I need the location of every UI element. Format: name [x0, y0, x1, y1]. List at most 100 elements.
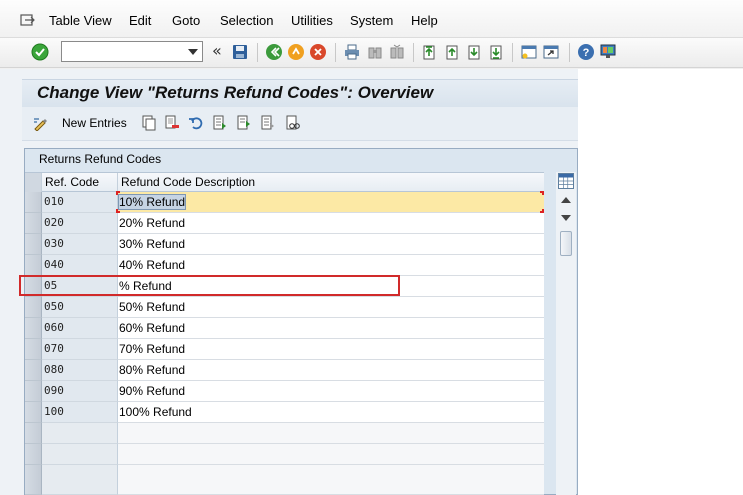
- description-input[interactable]: 20% Refund: [118, 213, 544, 234]
- table-settings-icon[interactable]: [558, 173, 574, 189]
- table-row: 010 10% Refund: [25, 192, 544, 213]
- ref-code-cell: 100: [42, 402, 118, 423]
- table-row: 050 50% Refund: [25, 297, 544, 318]
- row-selector[interactable]: [25, 423, 42, 444]
- description-input[interactable]: [118, 423, 544, 444]
- row-selector[interactable]: [25, 339, 42, 360]
- previous-page-icon[interactable]: [443, 43, 461, 61]
- menu-system[interactable]: System: [350, 13, 393, 28]
- table-control: Returns Refund Codes Ref. Code Refund Co…: [24, 148, 578, 495]
- empty-table-row: [25, 444, 544, 465]
- row-selector[interactable]: [25, 234, 42, 255]
- row-selector[interactable]: [25, 444, 42, 465]
- save-icon[interactable]: [231, 43, 249, 61]
- find-icon[interactable]: [366, 43, 384, 61]
- back-icon[interactable]: [265, 43, 283, 61]
- next-page-icon[interactable]: [465, 43, 483, 61]
- description-input[interactable]: 50% Refund: [118, 297, 544, 318]
- ref-code-cell: 020: [42, 213, 118, 234]
- ref-code-cell: 070: [42, 339, 118, 360]
- ref-code-cell: 040: [42, 255, 118, 276]
- display-change-icon[interactable]: [33, 115, 49, 131]
- focus-corner-mark: [540, 191, 544, 195]
- table-header: Ref. Code Refund Code Description: [25, 172, 544, 192]
- scroll-thumb[interactable]: [560, 231, 572, 256]
- focus-corner-mark: [116, 191, 120, 195]
- description-input[interactable]: [118, 444, 544, 465]
- ref-code-cell: [42, 444, 118, 465]
- empty-table-row: [25, 465, 544, 495]
- find-next-icon[interactable]: [388, 43, 406, 61]
- undo-change-icon[interactable]: [188, 115, 204, 131]
- deselect-all-icon[interactable]: [260, 115, 276, 131]
- ref-code-cell: [42, 423, 118, 444]
- table-row: 070 70% Refund: [25, 339, 544, 360]
- column-header-ref-code[interactable]: Ref. Code: [42, 173, 118, 192]
- print-icon[interactable]: [343, 43, 361, 61]
- description-input[interactable]: 100% Refund: [118, 402, 544, 423]
- menu-bar: Table View Edit Goto Selection Utilities…: [0, 0, 743, 38]
- description-input[interactable]: 40% Refund: [118, 255, 544, 276]
- table-row: 040 40% Refund: [25, 255, 544, 276]
- shortcut-icon[interactable]: [542, 43, 560, 61]
- row-selector[interactable]: [25, 318, 42, 339]
- delete-icon[interactable]: [164, 115, 180, 131]
- table-row: 030 30% Refund: [25, 234, 544, 255]
- customize-layout-icon[interactable]: [599, 43, 617, 61]
- menu-selection[interactable]: Selection: [220, 13, 273, 28]
- last-page-icon[interactable]: [487, 43, 505, 61]
- standard-toolbar: « ?: [0, 38, 743, 68]
- ref-code-cell: 010: [42, 192, 118, 213]
- scroll-up-icon[interactable]: [561, 197, 571, 203]
- description-input[interactable]: 70% Refund: [118, 339, 544, 360]
- menu-help[interactable]: Help: [411, 13, 438, 28]
- column-header-description[interactable]: Refund Code Description: [118, 173, 544, 192]
- row-selector[interactable]: [25, 465, 42, 495]
- toolbar-separator: [335, 43, 336, 62]
- menu-table-view[interactable]: Table View: [49, 13, 112, 28]
- select-block-icon[interactable]: [236, 115, 252, 131]
- vertical-scrollbar[interactable]: [556, 172, 576, 495]
- highlight-box: [19, 275, 400, 296]
- toolbar-separator: [569, 43, 570, 62]
- row-selector[interactable]: [25, 402, 42, 423]
- scroll-down-icon[interactable]: [561, 215, 571, 221]
- row-selector[interactable]: [25, 255, 42, 276]
- help-icon[interactable]: ?: [577, 43, 595, 61]
- row-selector[interactable]: [25, 213, 42, 234]
- row-selector[interactable]: [25, 297, 42, 318]
- select-all-rows-button[interactable]: [25, 173, 42, 192]
- cancel-icon[interactable]: [309, 43, 327, 61]
- select-all-icon[interactable]: [212, 115, 228, 131]
- description-input[interactable]: 10% Refund: [117, 192, 544, 213]
- toolbar-separator: [257, 43, 258, 62]
- ref-code-cell: 050: [42, 297, 118, 318]
- table-row: 080 80% Refund: [25, 360, 544, 381]
- print-field-list-icon[interactable]: [285, 115, 301, 131]
- ref-code-cell: 030: [42, 234, 118, 255]
- command-field[interactable]: [61, 41, 203, 62]
- copy-as-icon[interactable]: [141, 115, 157, 131]
- menu-screen-icon[interactable]: [20, 12, 36, 28]
- exit-icon[interactable]: [287, 43, 305, 61]
- description-input[interactable]: 90% Refund: [118, 381, 544, 402]
- description-input[interactable]: 80% Refund: [118, 360, 544, 381]
- menu-edit[interactable]: Edit: [129, 13, 151, 28]
- new-entries-button[interactable]: New Entries: [62, 116, 127, 130]
- chevron-down-icon[interactable]: [188, 49, 198, 55]
- ref-code-cell: 090: [42, 381, 118, 402]
- collapse-command-icon[interactable]: «: [212, 41, 222, 60]
- row-selector[interactable]: [25, 192, 42, 213]
- row-selector[interactable]: [25, 360, 42, 381]
- description-input[interactable]: [118, 465, 544, 495]
- row-selector[interactable]: [25, 381, 42, 402]
- description-input[interactable]: 60% Refund: [118, 318, 544, 339]
- menu-goto[interactable]: Goto: [172, 13, 200, 28]
- menu-utilities[interactable]: Utilities: [291, 13, 333, 28]
- enter-icon[interactable]: [31, 43, 49, 61]
- first-page-icon[interactable]: [420, 43, 438, 61]
- description-input[interactable]: 30% Refund: [118, 234, 544, 255]
- description-text: 10% Refund: [117, 194, 187, 210]
- create-session-icon[interactable]: [520, 43, 538, 61]
- empty-table-row: [25, 423, 544, 444]
